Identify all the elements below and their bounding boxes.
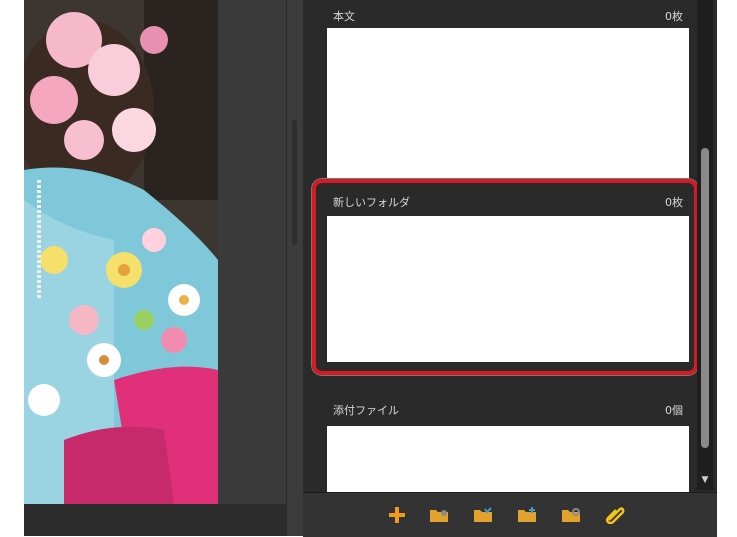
folder-settings-icon[interactable] [559,503,583,527]
section-count: 0個 [665,404,683,417]
section-attachments[interactable]: 添付ファイル 0個 [327,398,689,492]
bottom-toolbar [303,492,717,537]
folder-add-icon[interactable] [515,503,539,527]
section-header: 本文 0枚 [327,4,689,28]
panel-splitter[interactable] [286,0,304,536]
scroll-thumb[interactable] [701,148,709,448]
vertical-scrollbar[interactable]: ▼ [697,0,713,490]
folder-list-panel: 本文 0枚 新しいフォルダ 0枚 添付ファイル 0個 ▼ [303,0,717,537]
section-title: 添付ファイル [333,404,399,417]
folder-image-icon[interactable] [427,503,451,527]
folder-check-icon[interactable] [471,503,495,527]
paperclip-icon[interactable] [603,503,627,527]
drop-area[interactable] [327,426,689,492]
photo-preview-panel [24,0,286,536]
photo-panel-footer [24,504,286,536]
drop-area[interactable] [327,28,689,180]
window-margin [717,0,737,536]
section-count: 0枚 [665,10,683,23]
mail-composer-window: 本文 0枚 新しいフォルダ 0枚 添付ファイル 0個 ▼ [0,0,737,537]
section-header: 添付ファイル 0個 [327,398,689,422]
section-title: 本文 [333,10,355,23]
scroll-down-arrow-icon[interactable]: ▼ [700,474,710,486]
section-honbun[interactable]: 本文 0枚 [327,4,689,180]
splitter-grip[interactable] [292,120,297,245]
highlight-frame [312,179,698,375]
plus-icon[interactable] [385,503,409,527]
photo-thumbnail[interactable] [24,0,218,504]
